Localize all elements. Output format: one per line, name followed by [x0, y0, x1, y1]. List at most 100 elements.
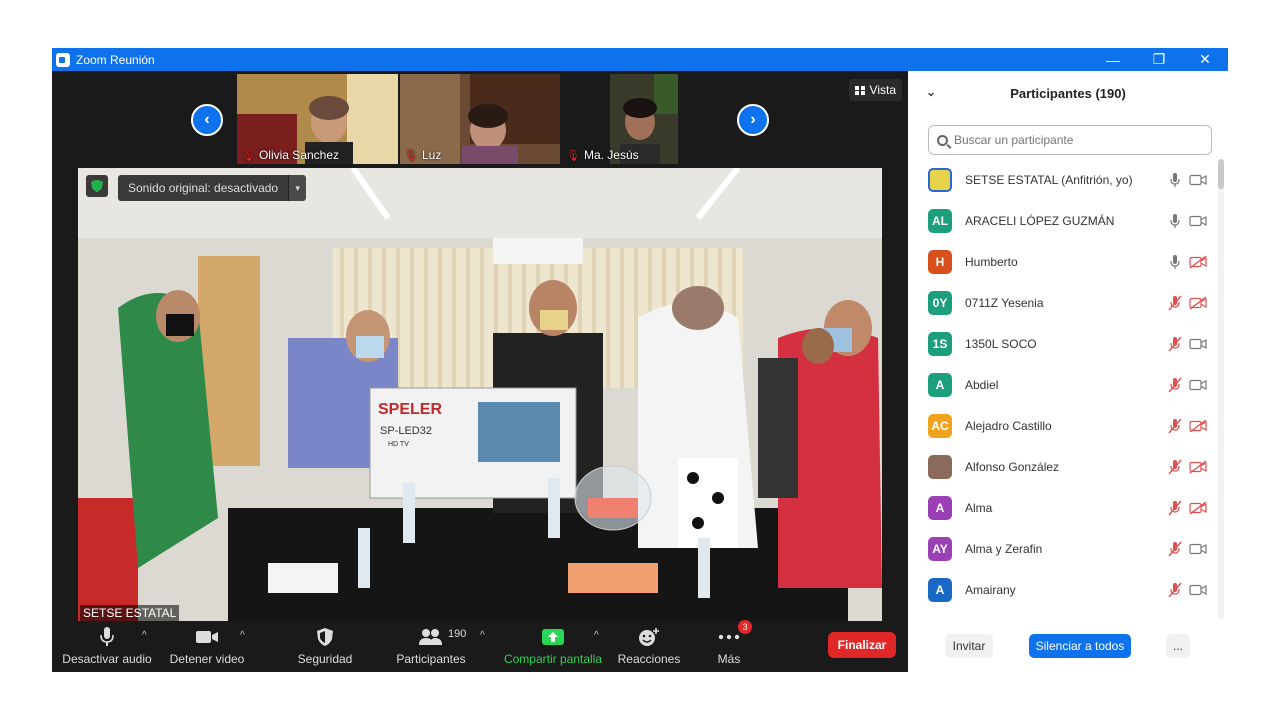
- video-camera-icon[interactable]: [1188, 541, 1208, 557]
- participants-icon: 190: [418, 626, 466, 648]
- speaker-name-label: SETSE ESTATAL: [80, 605, 180, 621]
- video-options-caret[interactable]: ^: [240, 630, 245, 641]
- share-options-caret[interactable]: ^: [594, 630, 599, 641]
- smiley-plus-icon: [638, 626, 660, 648]
- microphone-icon[interactable]: [1168, 253, 1182, 271]
- security-button[interactable]: Seguridad: [288, 622, 362, 672]
- reactions-button[interactable]: Reacciones: [614, 622, 684, 672]
- participant-name: Alfonso González: [965, 459, 1060, 474]
- participant-name: Alejadro Castillo: [965, 418, 1052, 433]
- muted-microphone-icon[interactable]: [1168, 499, 1182, 517]
- participant-avatar: A: [928, 577, 952, 602]
- participant-row[interactable]: AY Alma y Zerafin: [908, 528, 1214, 569]
- zoom-window: Zoom Reunión — ❐ ✕ ‹ 🎙 Olivia Sanchez 🎙 …: [52, 48, 1228, 672]
- active-speaker-video[interactable]: SPELER SP-LED32 HD TV Sonido original: d…: [78, 168, 882, 621]
- participant-name: 🎙 Luz: [404, 148, 442, 162]
- microphone-icon: [99, 626, 115, 648]
- close-button[interactable]: ✕: [1182, 48, 1228, 71]
- video-thumbnail[interactable]: 🎙 Olivia Sanchez: [237, 74, 398, 164]
- participants-panel: ⌄ Participantes (190) SETSE ESTATAL (Anf…: [908, 71, 1228, 672]
- mute-all-button[interactable]: Silenciar a todos: [1029, 634, 1131, 658]
- participant-name: Abdiel: [965, 377, 999, 392]
- participant-row[interactable]: SETSE ESTATAL (Anfitrión, yo): [908, 159, 1214, 200]
- muted-microphone-icon[interactable]: [1168, 294, 1182, 312]
- participants-button[interactable]: 190 Participantes: [392, 622, 470, 672]
- participant-row[interactable]: 0Y 0711Z Yesenia: [908, 282, 1214, 323]
- search-icon: [937, 134, 948, 146]
- participant-avatar: AC: [928, 413, 952, 438]
- participant-row[interactable]: A Amairany: [908, 569, 1214, 610]
- stop-video-button[interactable]: Detener video: [167, 622, 247, 672]
- minimize-button[interactable]: —: [1090, 48, 1136, 71]
- share-screen-button[interactable]: Compartir pantalla: [500, 622, 606, 672]
- participant-row[interactable]: A Alma: [908, 487, 1214, 528]
- microphone-icon[interactable]: [1168, 212, 1182, 230]
- video-camera-icon[interactable]: [1188, 336, 1208, 352]
- muted-microphone-icon[interactable]: [1168, 417, 1182, 435]
- video-off-icon[interactable]: [1188, 418, 1208, 434]
- mute-button[interactable]: Desactivar audio: [62, 622, 152, 672]
- participant-row[interactable]: AC Alejadro Castillo: [908, 405, 1214, 446]
- participant-row[interactable]: H Humberto: [908, 241, 1214, 282]
- original-sound-control[interactable]: Sonido original: desactivado ▾: [118, 175, 307, 201]
- panel-more-button[interactable]: ...: [1166, 634, 1190, 658]
- participant-list: SETSE ESTATAL (Anfitrión, yo) AL ARACELI L…: [908, 159, 1214, 619]
- panel-header: ⌄ Participantes (190): [908, 71, 1228, 115]
- muted-microphone-icon[interactable]: [1168, 540, 1182, 558]
- original-sound-label: Sonido original: desactivado: [118, 175, 289, 201]
- view-button[interactable]: Vista: [848, 79, 902, 101]
- video-thumbnail[interactable]: 🎙 Ma. Jesús: [562, 74, 722, 164]
- encryption-shield[interactable]: [86, 175, 108, 197]
- more-dots-icon: 3: [718, 620, 752, 648]
- video-off-icon[interactable]: [1188, 500, 1208, 516]
- scrollbar-thumb[interactable]: [1218, 159, 1224, 189]
- next-page-button[interactable]: ›: [737, 104, 769, 136]
- muted-microphone-icon[interactable]: [1168, 335, 1182, 353]
- panel-footer: Invitar Silenciar a todos ...: [908, 631, 1228, 663]
- video-off-icon[interactable]: [1188, 254, 1208, 270]
- participant-name: Amairany: [965, 582, 1016, 597]
- restore-button[interactable]: ❐: [1136, 48, 1182, 71]
- participant-search-input[interactable]: [954, 133, 1194, 147]
- participant-name: 🎙 Olivia Sanchez: [241, 148, 340, 162]
- participant-avatar: [928, 454, 952, 479]
- participant-avatar: A: [928, 372, 952, 397]
- end-meeting-button[interactable]: Finalizar: [828, 632, 896, 658]
- muted-microphone-icon[interactable]: [1168, 581, 1182, 599]
- participant-name: 🎙 Ma. Jesús: [566, 148, 639, 162]
- video-camera-icon[interactable]: [1188, 377, 1208, 393]
- video-camera-icon: [195, 626, 219, 648]
- chevron-down-icon[interactable]: ▾: [288, 175, 307, 201]
- video-camera-icon[interactable]: [1188, 213, 1208, 229]
- previous-page-button[interactable]: ‹: [191, 104, 223, 136]
- box-sub-text: HD TV: [388, 441, 409, 448]
- participant-row[interactable]: 1S 1350L SOCO: [908, 323, 1214, 364]
- microphone-icon[interactable]: [1168, 171, 1182, 189]
- participants-options-caret[interactable]: ^: [480, 630, 485, 641]
- participant-row[interactable]: AL ARACELI LÓPEZ GUZMÁN: [908, 200, 1214, 241]
- more-button[interactable]: 3 Más: [704, 620, 754, 672]
- video-off-icon[interactable]: [1188, 295, 1208, 311]
- muted-microphone-icon[interactable]: [1168, 458, 1182, 476]
- video-off-icon[interactable]: [1188, 459, 1208, 475]
- notification-badge: 3: [738, 620, 752, 634]
- video-thumbnail[interactable]: 🎙 Luz: [400, 74, 560, 164]
- meeting-area: ‹ 🎙 Olivia Sanchez 🎙 Luz 🎙 Ma. Jesús › V…: [52, 71, 908, 672]
- participant-row[interactable]: Alfonso González: [908, 446, 1214, 487]
- meeting-toolbar: Desactivar audio ^ Detener video ^ Segur…: [52, 620, 908, 672]
- participant-name: SETSE ESTATAL (Anfitrión, yo): [965, 172, 1133, 187]
- audio-options-caret[interactable]: ^: [142, 630, 147, 641]
- participant-row[interactable]: A Abdiel: [908, 364, 1214, 405]
- participant-avatar: AL: [928, 208, 952, 233]
- grid-view-icon: [854, 85, 865, 95]
- window-controls: — ❐ ✕: [1090, 48, 1228, 71]
- video-camera-icon[interactable]: [1188, 582, 1208, 598]
- chevron-down-icon[interactable]: ⌄: [926, 85, 936, 99]
- participants-count: 190: [448, 628, 467, 640]
- participant-list-scrollbar[interactable]: [1218, 159, 1224, 619]
- invite-button[interactable]: Invitar: [945, 634, 993, 658]
- participant-search[interactable]: [928, 125, 1212, 155]
- video-camera-icon[interactable]: [1188, 172, 1208, 188]
- participant-avatar: H: [928, 249, 952, 274]
- muted-microphone-icon[interactable]: [1168, 376, 1182, 394]
